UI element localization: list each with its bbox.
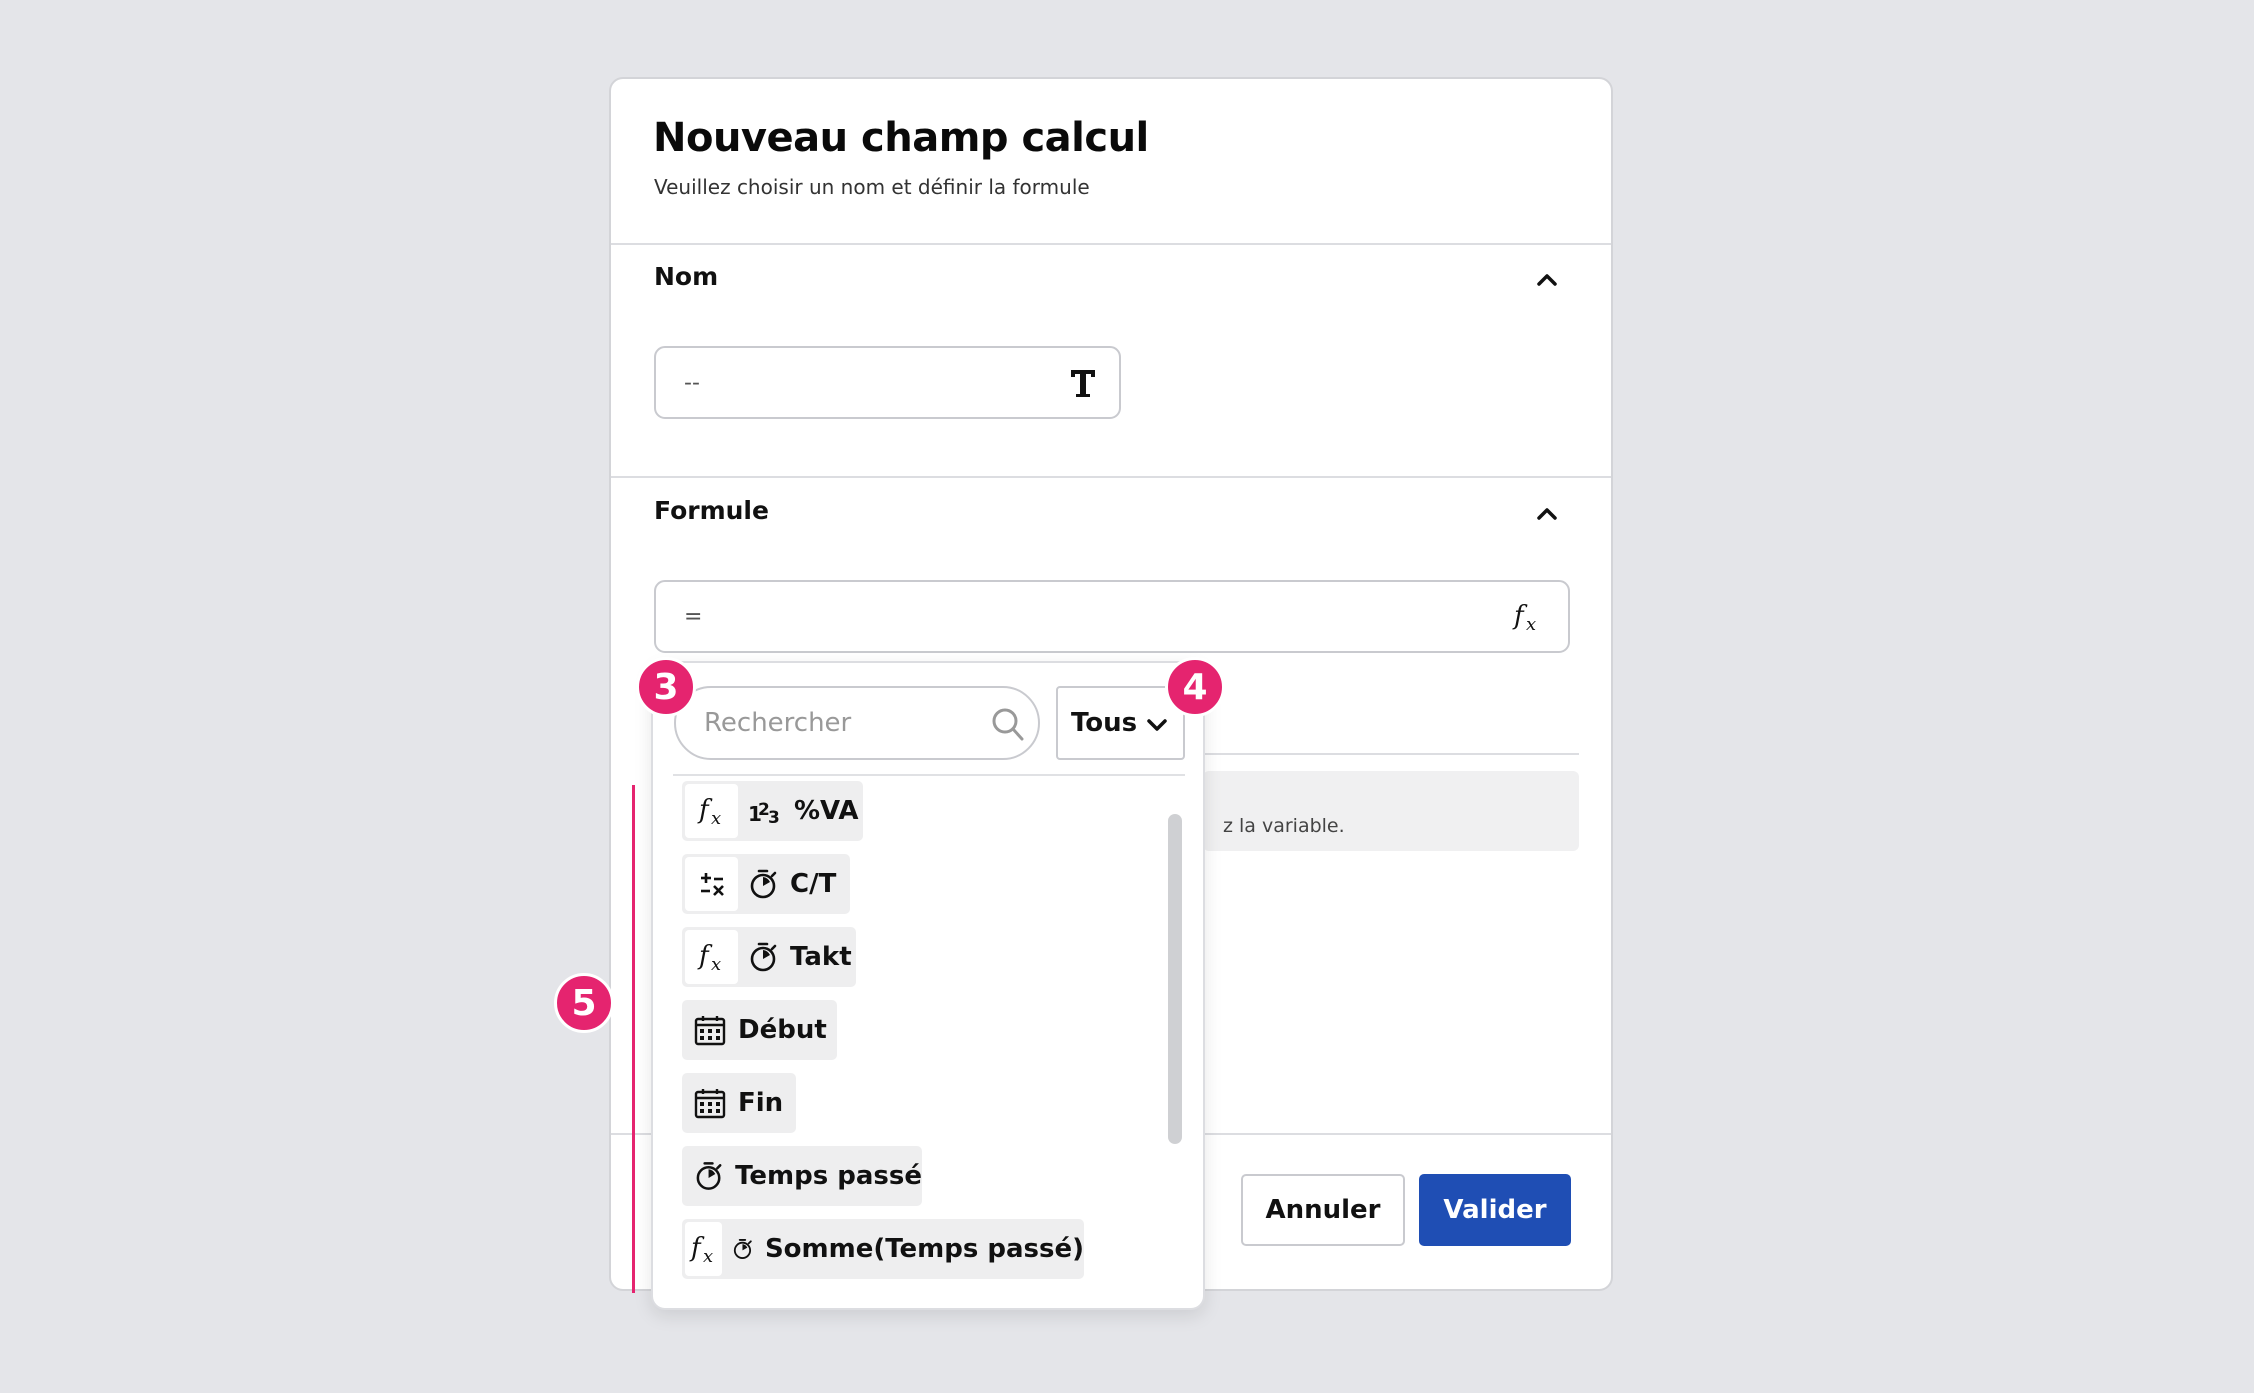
text-type-icon [1071,369,1095,397]
formula-section-title: Formule [654,496,769,525]
svg-text:x: x [711,808,721,829]
list-scrollbar[interactable] [1168,814,1182,1144]
list-item[interactable]: Temps passé [682,1146,922,1206]
dropdown-divider [673,774,1185,776]
svg-text:x: x [1526,614,1536,635]
operators-cell [685,857,738,911]
calendar-icon [694,1016,726,1046]
operators-icon [700,873,724,896]
fx-cell: f x [685,1222,722,1276]
svg-text:3: 3 [768,808,780,825]
annotation-marker-3: 3 [636,657,696,717]
collapse-name-chevron-up-icon[interactable] [1535,271,1559,287]
list-item[interactable]: C/T [682,854,850,914]
item-label: Fin [738,1088,784,1118]
calendar-icon [694,1089,726,1119]
variable-info-box: z la variable. [1203,771,1579,851]
variable-picker-dropdown: Rechercher Tous f x 1 2 3 %VA C/T f x Ta… [651,661,1205,1310]
header-divider [611,243,1611,245]
annotation-marker-5: 5 [554,973,614,1033]
name-input[interactable]: -- [654,346,1121,419]
fx-icon: f x [689,1233,713,1267]
type-filter-value: Tous [1071,708,1138,738]
item-label: Takt [790,942,852,972]
list-item[interactable]: Fin [682,1073,796,1133]
svg-text:x: x [703,1246,713,1267]
list-item[interactable]: f x 1 2 3 %VA [682,781,863,841]
dialog-title: Nouveau champ calcul [653,115,1149,161]
search-icon [992,708,1024,741]
svg-text:x: x [711,954,721,975]
stopwatch-icon [750,869,777,899]
stopwatch-icon [733,1239,752,1259]
item-label: Temps passé [735,1161,922,1191]
list-item[interactable]: Début [682,1000,837,1060]
validate-button[interactable]: Valider [1419,1174,1571,1246]
list-item[interactable]: f x Takt [682,927,856,987]
fx-icon: f x [697,795,721,829]
type-filter-select[interactable]: Tous [1056,686,1185,760]
name-input-value: -- [684,370,700,395]
item-label: Début [738,1015,827,1045]
fx-icon: f x [697,941,721,975]
stopwatch-icon [750,942,777,972]
formula-input-value: = [684,604,703,629]
variables-divider [1203,753,1579,755]
dialog-subtitle: Veuillez choisir un nom et définir la fo… [654,175,1090,199]
marker-5-bracket-line [632,785,635,1293]
numbers-icon: 1 2 3 [748,800,780,825]
item-label: %VA [794,796,859,826]
list-item[interactable]: f x Somme(Temps passé) [682,1219,1084,1279]
search-input[interactable]: Rechercher [674,686,1040,760]
name-section-title: Nom [654,262,719,291]
variable-info-text: z la variable. [1223,815,1345,837]
item-label: Somme(Temps passé) [764,1234,1084,1264]
search-placeholder: Rechercher [704,708,852,738]
fx-cell: f x [685,784,738,838]
annotation-marker-4: 4 [1165,657,1225,717]
fx-icon: f x [1512,601,1536,635]
chevron-down-icon [1147,719,1167,731]
cancel-button[interactable]: Annuler [1241,1174,1405,1246]
section-divider [611,476,1611,478]
item-label: C/T [790,869,837,899]
collapse-formula-chevron-up-icon[interactable] [1535,505,1559,521]
fx-cell: f x [685,930,738,984]
stopwatch-icon [696,1162,722,1190]
formula-input[interactable]: = f x [654,580,1570,653]
